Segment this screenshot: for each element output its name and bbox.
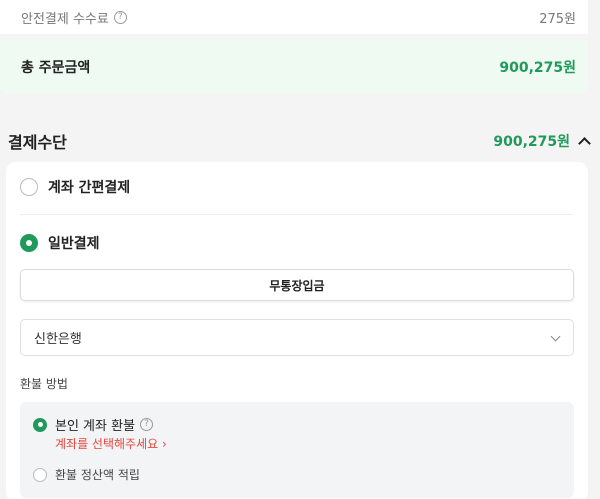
radio-unchecked-icon[interactable] (20, 178, 38, 196)
fee-label-wrap: 안전결제 수수료 ? (21, 8, 127, 27)
help-icon[interactable]: ? (140, 418, 154, 431)
method-general-pay[interactable]: 일반결제 (20, 233, 100, 253)
method-label: 일반결제 (48, 236, 100, 252)
refund-own-account-label-wrap: 본인 계좌 환불 ? (55, 415, 154, 434)
total-order-amount-row: 총 주문금액 900,275원 (0, 40, 588, 94)
help-icon[interactable]: ? (113, 10, 127, 24)
refund-options-box: 본인 계좌 환불 ? 계좌를 선택해주세요 › 환불 정산액 적립 (20, 402, 574, 498)
bank-select[interactable]: 신한은행 (20, 319, 574, 356)
safe-payment-fee-row: 안전결제 수수료 ? 275원 (0, 0, 588, 34)
divider (20, 214, 574, 215)
method-account-easy-pay[interactable]: 계좌 간편결제 (20, 177, 130, 197)
payment-method-card: 계좌 간편결제 일반결제 무통장입금 신한은행 환불 방법 본인 계좌 환불 ?… (6, 162, 588, 499)
refund-credit-accrual[interactable]: 환불 정산액 적립 (33, 466, 140, 483)
refund-own-account[interactable]: 본인 계좌 환불 ? (33, 415, 154, 434)
radio-unchecked-icon[interactable] (33, 467, 47, 482)
bank-select-value: 신한은행 (34, 332, 82, 347)
payment-method-header[interactable]: 결제수단 900,275원 (0, 126, 600, 156)
radio-checked-icon[interactable] (33, 417, 47, 432)
fee-label: 안전결제 수수료 (21, 11, 109, 27)
payment-amount: 900,275원 (493, 134, 570, 150)
select-account-warning-link[interactable]: 계좌를 선택해주세요 › (55, 435, 167, 452)
chevron-up-icon[interactable] (578, 135, 590, 147)
total-value: 900,275원 (499, 60, 576, 76)
refund-option-label: 환불 정산액 적립 (55, 468, 140, 482)
payment-method-title: 결제수단 (8, 133, 67, 152)
fee-value: 275원 (539, 11, 576, 27)
chevron-down-icon (551, 333, 561, 343)
payment-amount-wrap: 900,275원 (493, 131, 590, 151)
refund-method-title: 환불 방법 (20, 377, 68, 391)
bank-transfer-button[interactable]: 무통장입금 (20, 269, 574, 301)
refund-option-label: 본인 계좌 환불 (55, 419, 136, 434)
radio-checked-icon[interactable] (20, 234, 38, 252)
method-label: 계좌 간편결제 (48, 180, 131, 196)
total-label: 총 주문금액 (21, 60, 91, 76)
